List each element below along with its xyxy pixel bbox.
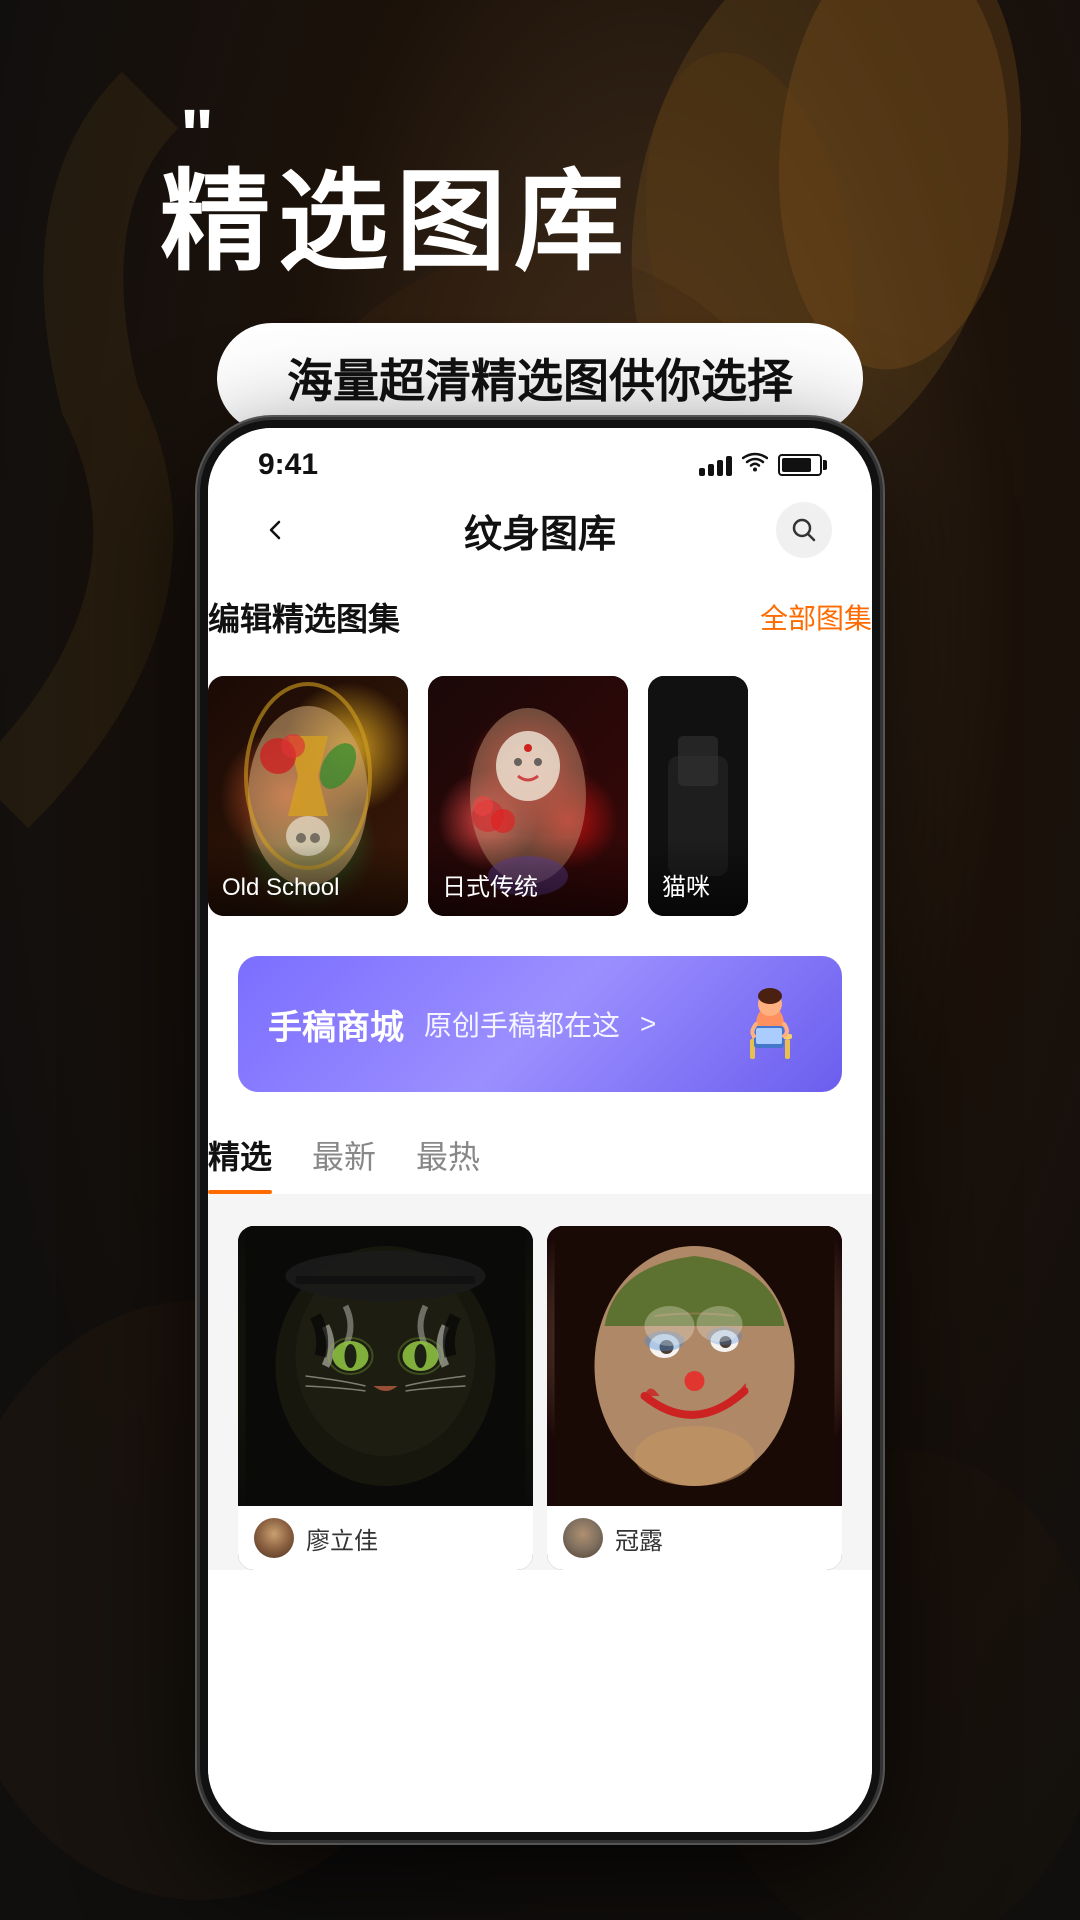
tiger-image [238, 1226, 533, 1506]
joker-author-name: 冠露 [615, 1521, 663, 1556]
search-icon [790, 516, 818, 544]
editors-choice-title: 编辑精选图集 [208, 594, 400, 640]
gallery-card-japanese-label: 日式传统 [428, 837, 628, 916]
status-time: 9:41 [258, 448, 318, 482]
gallery-scroll: Old School [208, 676, 872, 936]
grid-section: 廖立佳 [208, 1194, 872, 1570]
avatar-tiger-author [254, 1518, 294, 1558]
gallery-card-old-school[interactable]: Old School [208, 676, 408, 916]
tabs-section: 精选 最新 最热 [208, 1112, 872, 1194]
signal-icon [699, 454, 732, 476]
wifi-icon [742, 451, 768, 479]
gallery-card-cat[interactable]: 猫咪 [648, 676, 748, 916]
tab-latest[interactable]: 最新 [312, 1132, 376, 1194]
banner-title: 手稿商城 [268, 1000, 404, 1049]
gallery-card-old-school-label: Old School [208, 844, 408, 916]
banner-arrow-icon: > [640, 1008, 656, 1040]
content-area: 编辑精选图集 全部图集 [208, 578, 872, 1812]
grid-item-tiger[interactable]: 廖立佳 [238, 1226, 533, 1570]
search-button[interactable] [776, 502, 832, 558]
tiger-item-footer: 廖立佳 [238, 1506, 533, 1570]
banner-illustration [712, 984, 812, 1064]
battery-icon [778, 454, 822, 476]
tab-hottest[interactable]: 最热 [416, 1132, 480, 1194]
status-icons [699, 451, 822, 479]
banner-subtitle: 原创手稿都在这 [424, 1004, 620, 1044]
promo-title: 精选图库 [0, 162, 1080, 283]
tab-featured[interactable]: 精选 [208, 1132, 272, 1194]
banner-section: 手稿商城 原创手稿都在这 > [208, 936, 872, 1112]
gallery-card-cat-label: 猫咪 [648, 837, 748, 916]
back-button[interactable] [248, 502, 304, 558]
nav-title: 纹身图库 [464, 503, 616, 558]
avatar-joker-author [563, 1518, 603, 1558]
promo-subtitle: 海量超清精选图供你选择 [287, 355, 793, 407]
image-grid: 廖立佳 [238, 1226, 842, 1570]
phone-screen: 9:41 [208, 428, 872, 1832]
tabs-row: 精选 最新 最热 [208, 1132, 872, 1194]
all-albums-link[interactable]: 全部图集 [760, 597, 872, 637]
banner-text: 手稿商城 原创手稿都在这 > [268, 1000, 656, 1049]
status-bar: 9:41 [208, 428, 872, 492]
promo-section: " 精选图库 海量超清精选图供你选择 [0, 100, 1080, 433]
nav-bar: 纹身图库 [208, 492, 872, 578]
promo-subtitle-wrap: 海量超清精选图供你选择 [217, 323, 863, 433]
joker-image [547, 1226, 842, 1506]
joker-item-footer: 冠露 [547, 1506, 842, 1570]
banner-link[interactable]: 手稿商城 原创手稿都在这 > [238, 956, 842, 1092]
section-header-editors-choice: 编辑精选图集 全部图集 [208, 578, 872, 656]
tiger-author-name: 廖立佳 [306, 1521, 378, 1556]
grid-item-joker[interactable]: 冠露 [547, 1226, 842, 1570]
gallery-card-japanese[interactable]: 日式传统 [428, 676, 628, 916]
phone-frame: 9:41 [200, 420, 880, 1840]
